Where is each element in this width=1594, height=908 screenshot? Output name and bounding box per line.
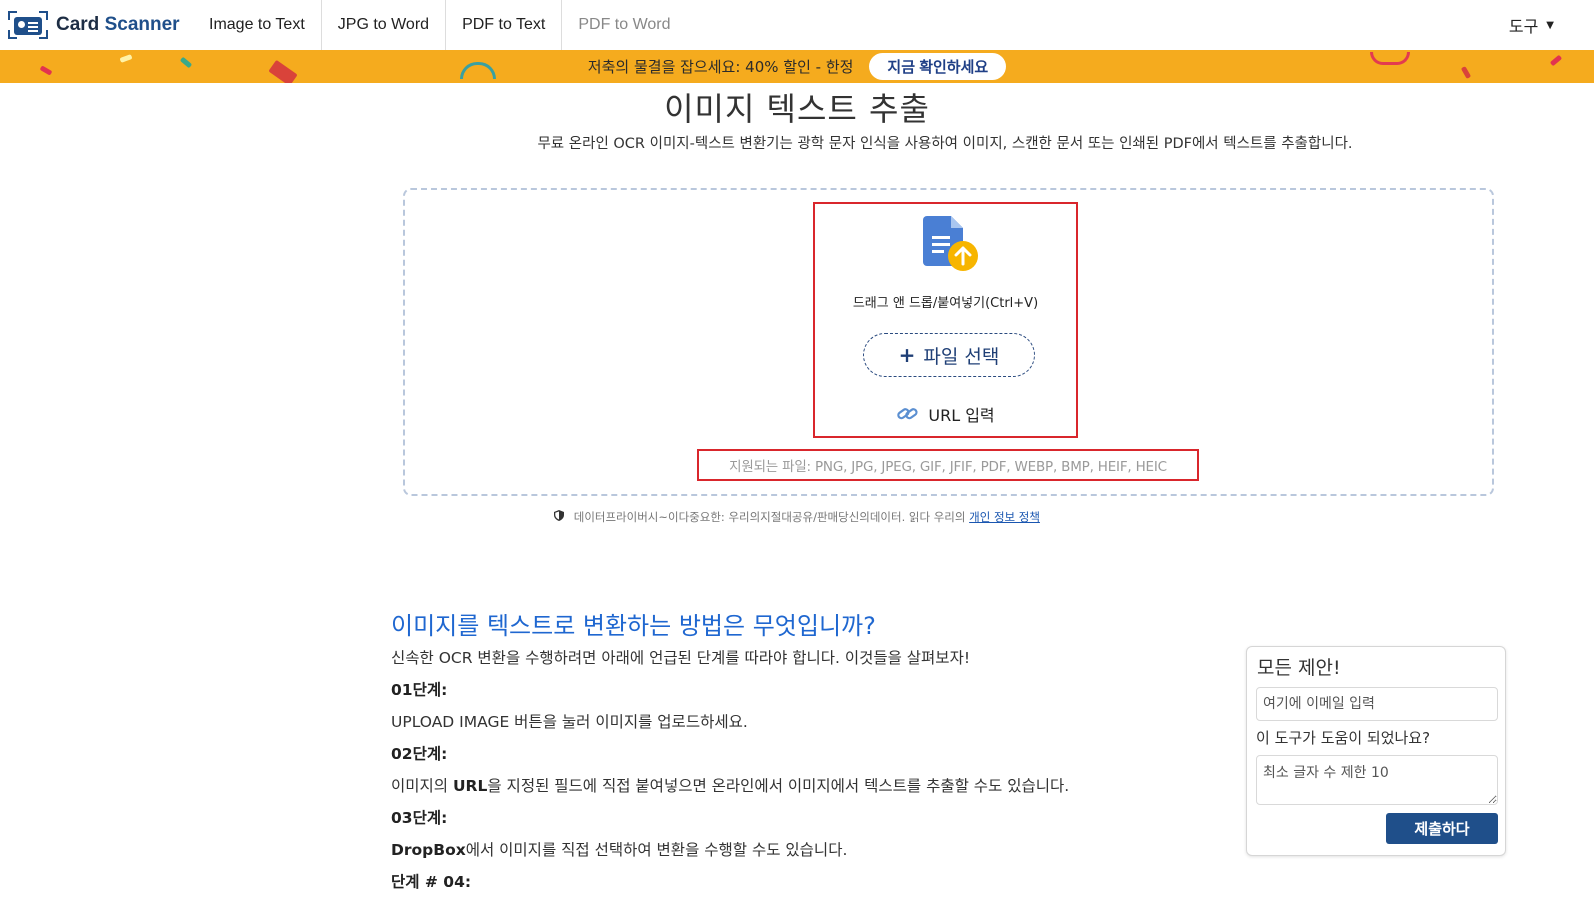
upload-controls: 드래그 앤 드롭/붙여넣기(Ctrl+V) + 파일 선택 URL 입력	[813, 202, 1078, 438]
privacy-text: 데이터프라이버시~이다중요한: 우리의지절대공유/판매당신의데이터. 읽다 우리…	[573, 510, 966, 524]
brand-name-part1: Card	[56, 14, 100, 35]
step-3-text-bold: DropBox	[391, 841, 466, 859]
choose-file-label: 파일 선택	[923, 345, 1000, 368]
url-input-link[interactable]: URL 입력	[815, 402, 1076, 426]
url-input-label: URL 입력	[928, 406, 995, 425]
privacy-notice: 데이터프라이버시~이다중요한: 우리의지절대공유/판매당신의데이터. 읽다 우리…	[0, 509, 1594, 525]
step-1-text: UPLOAD IMAGE 버튼을 눌러 이미지를 업로드하세요.	[391, 713, 748, 731]
tools-dropdown[interactable]: 도구 ▼	[1509, 0, 1554, 50]
promo-text: 저축의 물결을 잡으세요: 40% 할인 - 한정	[587, 58, 854, 76]
page-subtitle: 무료 온라인 OCR 이미지-텍스트 변환기는 광학 문자 인식을 사용하여 이…	[537, 136, 1353, 152]
step-3-text: DropBox에서 이미지를 직접 선택하여 변환을 수행할 수도 있습니다.	[391, 839, 1211, 871]
promo-banner: 저축의 물결을 잡으세요: 40% 할인 - 한정 지금 확인하세요	[0, 50, 1594, 83]
card-scanner-icon	[8, 9, 48, 41]
step-1-label: 01단계:	[391, 681, 448, 699]
tools-label: 도구	[1508, 17, 1539, 36]
drag-drop-text: 드래그 앤 드롭/붙여넣기(Ctrl+V)	[852, 296, 1039, 311]
step-4-label: 단계 # 04:	[391, 873, 472, 891]
nav-link-pdf-to-word[interactable]: PDF to Word	[562, 0, 686, 50]
page-title: 이미지 텍스트 추출	[664, 90, 930, 128]
top-navbar: Card Scanner Image to Text JPG to Word P…	[0, 0, 1594, 51]
step-2-text: 이미지의 URL을 지정된 필드에 직접 붙여넣으면 온라인에서 이미지에서 텍…	[391, 775, 1211, 807]
confetti-decoration	[39, 65, 53, 76]
confetti-decoration	[1460, 66, 1472, 79]
privacy-policy-link[interactable]: 개인 정보 정책	[969, 510, 1040, 524]
confetti-decoration	[1370, 52, 1410, 65]
file-upload-icon	[923, 216, 978, 271]
step-2-text-bold: URL	[452, 777, 488, 795]
confetti-decoration	[1549, 54, 1563, 67]
howto-heading: 이미지를 텍스트로 변환하는 방법은 무엇입니까?	[391, 612, 876, 640]
promo-check-button[interactable]: 지금 확인하세요	[869, 53, 1007, 80]
nav-links: Image to Text JPG to Word PDF to Text PD…	[193, 0, 687, 50]
supported-file-types: 지원되는 파일: PNG, JPG, JPEG, GIF, JFIF, PDF,…	[697, 449, 1199, 481]
feedback-textarea[interactable]	[1256, 755, 1498, 805]
shield-icon	[554, 510, 568, 524]
brand-logo[interactable]: Card Scanner	[0, 0, 193, 50]
feedback-widget: 모든 제안! 이 도구가 도움이 되었나요? 제출하다	[1246, 646, 1506, 856]
feedback-question: 이 도구가 도움이 되었나요?	[1256, 729, 1431, 747]
choose-file-button[interactable]: + 파일 선택	[863, 333, 1035, 377]
nav-link-image-to-text[interactable]: Image to Text	[193, 0, 322, 50]
confetti-decoration	[268, 59, 298, 83]
howto-intro: 신속한 OCR 변환을 수행하려면 아래에 언급된 단계를 따라야 합니다. 이…	[391, 649, 971, 667]
nav-link-pdf-to-text[interactable]: PDF to Text	[446, 0, 563, 50]
step-2-label: 02단계:	[391, 745, 448, 763]
brand-name: Card Scanner	[56, 14, 180, 36]
feedback-title: 모든 제안!	[1257, 657, 1341, 679]
confetti-decoration	[179, 56, 193, 69]
chevron-down-icon: ▼	[1546, 19, 1554, 31]
confetti-decoration	[119, 54, 133, 63]
nav-link-jpg-to-word[interactable]: JPG to Word	[322, 0, 447, 50]
brand-name-part2: Scanner	[104, 14, 180, 35]
step-3-label: 03단계:	[391, 809, 448, 827]
feedback-submit-button[interactable]: 제출하다	[1386, 813, 1498, 844]
plus-icon: +	[898, 343, 916, 367]
howto-steps: 신속한 OCR 변환을 수행하려면 아래에 언급된 단계를 따라야 합니다. 이…	[391, 647, 1211, 903]
link-icon	[897, 408, 918, 420]
feedback-email-input[interactable]	[1256, 687, 1498, 721]
step-2-text-post: 을 지정된 필드에 직접 붙여넣으면 온라인에서 이미지에서 텍스트를 추출할 …	[487, 777, 1070, 795]
step-2-text-pre: 이미지의	[391, 777, 453, 795]
step-3-text-post: 에서 이미지를 직접 선택하여 변환을 수행할 수도 있습니다.	[465, 841, 848, 859]
confetti-decoration	[460, 62, 496, 79]
